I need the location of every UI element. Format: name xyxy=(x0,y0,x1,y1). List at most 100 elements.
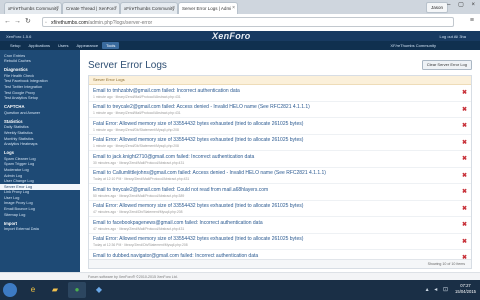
item-count: Showing 10 of 10 items xyxy=(427,261,465,266)
delete-icon[interactable]: ✖ xyxy=(462,222,467,228)
delete-icon[interactable]: ✖ xyxy=(462,156,467,162)
forward-icon[interactable]: → xyxy=(14,18,21,26)
error-meta: Today at 12:10 PM · library/Zend/Mail/Pr… xyxy=(93,177,190,182)
sidebar: Cron Entries Rebuild Caches Diagnostics Fil… xyxy=(0,50,80,272)
browser-tab[interactable]: xF/reThumbs Community × xyxy=(4,2,62,14)
error-meta: 1 minute ago · library/Zend/Mail/Protoco… xyxy=(93,111,181,116)
error-log-row[interactable]: Fatal Error: Allowed memory size of 3355… xyxy=(89,201,471,217)
copyright: Forum software by XenForo® ©2010-2015 Xe… xyxy=(88,274,178,279)
list-header: Server Error Logs xyxy=(89,76,471,85)
tab-title: xF/reThumbs Community xyxy=(8,6,59,11)
page-icon: ▫ xyxy=(45,20,47,26)
tab-title: xF/reThumbs Community xyxy=(124,6,175,11)
error-log-row[interactable]: Email to treycale2@gmail.com failed: Cou… xyxy=(89,184,471,201)
sidebar-section-heading: Logs xyxy=(4,150,15,156)
error-message-link[interactable]: Email to jack.knight2710@gmail.com faile… xyxy=(93,151,471,160)
tab-title: Server Error Logs | Admi xyxy=(182,6,232,11)
error-meta: 47 minutes ago · library/Zend/Mail/Proto… xyxy=(93,226,185,231)
clock[interactable]: 07:27 15/04/2015 xyxy=(455,283,476,294)
error-message-link[interactable]: Email to Callumlittlejohns@gmail.com fai… xyxy=(93,168,471,176)
delete-icon[interactable]: ✖ xyxy=(462,140,467,146)
close-icon[interactable]: × xyxy=(172,3,175,14)
tab-users[interactable]: Users xyxy=(54,42,72,49)
sidebar-section-heading: Import xyxy=(4,220,18,226)
browser-tab[interactable]: Create Thread | XenForo × xyxy=(62,2,120,14)
error-meta: Today at 12:36 PM · library/Zend/Db/Stat… xyxy=(93,243,188,248)
delete-icon[interactable]: ✖ xyxy=(462,189,467,195)
error-meta: 50 minutes ago · library/Zend/Mail/Proto… xyxy=(93,193,185,198)
window-controls[interactable]: – ▢ × xyxy=(447,1,478,8)
chrome-icon[interactable]: ● xyxy=(68,282,86,298)
internet-explorer-icon[interactable]: e xyxy=(24,282,42,298)
tab-setup[interactable]: Setup xyxy=(6,42,24,49)
admin-nav: Setup Applications Users Appearance Tools XF… xyxy=(0,41,480,50)
error-log-row[interactable]: Email to treycale2@gmail.com failed: Acc… xyxy=(89,102,471,118)
app-icon[interactable]: ◆ xyxy=(90,282,108,298)
error-log-row[interactable]: Email to jack.knight2710@gmail.com faile… xyxy=(89,151,471,168)
menu-icon[interactable]: ≡ xyxy=(470,17,474,24)
admin-header: XenForo 1.5.6 XenForo Log out Ali 3ha xyxy=(0,31,480,41)
account-links[interactable]: Log out Ali 3ha xyxy=(440,34,466,39)
delete-icon[interactable]: ✖ xyxy=(462,90,467,96)
error-message-link[interactable]: Email to facebookpagenews@gmail.com fail… xyxy=(93,217,471,226)
board-link[interactable]: XF/reThumbs Community xyxy=(390,42,436,49)
clock-date: 15/04/2015 xyxy=(455,288,476,294)
url-path: /admin.php?logs/server-error xyxy=(87,20,153,26)
close-icon[interactable]: × xyxy=(114,3,117,14)
delete-icon[interactable]: ✖ xyxy=(462,107,467,113)
error-message-link[interactable]: Email to treycale2@gmail.com failed: Acc… xyxy=(93,102,471,110)
tab-appearance[interactable]: Appearance xyxy=(72,42,102,49)
url-field[interactable]: ▫ xf/rethumbs.com/admin.php?logs/server-… xyxy=(42,17,454,27)
error-message-link[interactable]: Fatal Error: Allowed memory size of 3355… xyxy=(93,118,471,127)
back-icon[interactable]: ← xyxy=(4,18,11,26)
close-icon[interactable]: × xyxy=(56,3,59,14)
error-log-row[interactable]: Fatal Error: Allowed memory size of 3355… xyxy=(89,118,471,135)
profile-button[interactable]: Jason xyxy=(425,2,448,13)
list-rows: Email to tmhzabtv@gmail.com failed: Inco… xyxy=(89,85,471,267)
error-log-row[interactable]: Email to facebookpagenews@gmail.com fail… xyxy=(89,217,471,234)
clear-log-button[interactable]: Clear Server Error Log xyxy=(421,60,472,70)
delete-icon[interactable]: ✖ xyxy=(462,239,467,245)
sidebar-section-heading: CAPTCHA xyxy=(4,104,25,110)
tab-strip: xF/reThumbs Community × Create Thread | X… xyxy=(0,0,480,14)
browser-tab-active[interactable]: Server Error Logs | Admi × xyxy=(178,2,238,14)
error-message-link[interactable]: Fatal Error: Allowed memory size of 3355… xyxy=(93,234,471,242)
sidebar-section-heading: Diagnostics xyxy=(4,67,28,73)
error-message-link[interactable]: Email to tmhzabtv@gmail.com failed: Inco… xyxy=(93,85,471,94)
xenforo-logo[interactable]: XenForo xyxy=(212,31,251,41)
error-message-link[interactable]: Fatal Error: Allowed memory size of 3355… xyxy=(93,201,471,209)
page-title: Server Error Logs xyxy=(88,60,167,71)
tab-applications[interactable]: Applications xyxy=(24,42,54,49)
error-log-row[interactable]: Email to tmhzabtv@gmail.com failed: Inco… xyxy=(89,85,471,102)
tab-title: Create Thread | XenForo xyxy=(66,6,116,11)
start-button[interactable] xyxy=(3,283,17,297)
error-log-row[interactable]: Email to Callumlittlejohns@gmail.com fai… xyxy=(89,168,471,184)
browser-window: xF/reThumbs Community × Create Thread | X… xyxy=(0,0,480,32)
sidebar-section-heading: Statistics xyxy=(4,118,23,124)
main-content: Server Error Logs Clear Server Error Log… xyxy=(80,50,480,272)
error-log-row[interactable]: Fatal Error: Allowed memory size of 3355… xyxy=(89,135,471,151)
error-meta: 1 minute ago · library/Zend/Db/Statement… xyxy=(93,144,179,149)
error-meta: 47 minutes ago · library/Zend/Db/Stateme… xyxy=(93,210,183,215)
delete-icon[interactable]: ✖ xyxy=(462,206,467,212)
version-label: XenForo 1.5.6 xyxy=(6,34,32,39)
sidebar-item[interactable]: Import External Data xyxy=(0,227,80,233)
error-log-row[interactable]: Fatal Error: Allowed memory size of 3355… xyxy=(89,234,471,250)
reload-icon[interactable]: ↻ xyxy=(25,18,31,26)
nav-tabs: Setup Applications Users Appearance Tools xyxy=(6,42,120,50)
error-message-link[interactable]: Email to dubbed.navigator@gmail.com fail… xyxy=(93,250,471,259)
delete-icon[interactable]: ✖ xyxy=(462,123,467,129)
error-meta: 30 minutes ago · library/Zend/Mail/Proto… xyxy=(93,160,185,165)
error-message-link[interactable]: Fatal Error: Allowed memory size of 3355… xyxy=(93,135,471,143)
close-icon[interactable]: × xyxy=(232,3,235,14)
tab-tools[interactable]: Tools xyxy=(102,42,120,49)
folder-icon[interactable]: ▰ xyxy=(46,282,64,298)
system-tray[interactable]: ▴ ◂ ⊡ xyxy=(426,286,450,293)
browser-tab[interactable]: xF/reThumbs Community × xyxy=(120,2,178,14)
delete-icon[interactable]: ✖ xyxy=(462,173,467,179)
address-bar-row: ← → ↻ ▫ xf/rethumbs.com/admin.php?logs/s… xyxy=(0,14,480,32)
error-meta: 1 minute ago · library/Zend/Mail/Protoco… xyxy=(93,94,181,99)
error-log-list: Server Error Logs Email to tmhzabtv@gmai… xyxy=(88,75,472,269)
list-footer: Showing 10 of 10 items xyxy=(89,259,471,268)
error-message-link[interactable]: Email to treycale2@gmail.com failed: Cou… xyxy=(93,184,471,193)
